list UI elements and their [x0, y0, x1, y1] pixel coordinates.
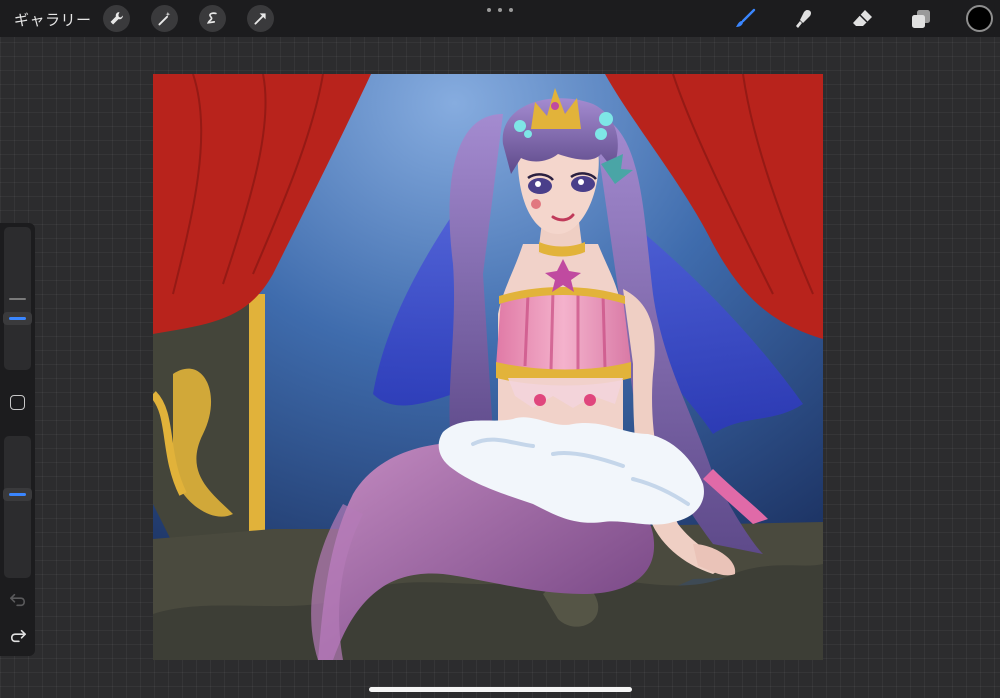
gallery-button[interactable]: ギャラリー	[14, 9, 92, 30]
left-sidebar	[0, 223, 35, 656]
home-indicator	[369, 687, 632, 692]
dot-icon	[498, 8, 502, 12]
dot-icon	[509, 8, 513, 12]
opacity-slider[interactable]	[4, 436, 31, 578]
slider-tick	[9, 298, 26, 300]
brush-size-thumb[interactable]	[3, 312, 32, 325]
magic-wand-icon	[158, 11, 171, 26]
selection-icon	[207, 12, 217, 24]
undo-button[interactable]	[7, 591, 28, 609]
top-toolbar: ギャラリー	[0, 0, 1000, 37]
canvas-artwork[interactable]	[153, 74, 823, 660]
adjustments-button[interactable]	[151, 5, 178, 32]
modify-button[interactable]	[10, 395, 25, 410]
brush-tool-button[interactable]	[731, 5, 759, 33]
transform-button[interactable]	[247, 5, 274, 32]
layers-icon	[912, 10, 930, 28]
brush-icon	[736, 8, 756, 27]
redo-icon	[10, 629, 26, 643]
brush-size-slider[interactable]	[4, 227, 31, 370]
layers-button[interactable]	[907, 5, 935, 33]
selection-button[interactable]	[199, 5, 226, 32]
color-picker-button[interactable]	[966, 5, 993, 32]
wrench-icon	[110, 12, 123, 25]
opacity-thumb[interactable]	[3, 488, 32, 501]
transform-arrow-icon	[254, 13, 266, 25]
mermaid-illustration	[153, 74, 823, 660]
smudge-icon	[796, 10, 811, 28]
redo-button[interactable]	[7, 627, 28, 645]
actions-wrench-button[interactable]	[103, 5, 130, 32]
more-options-button[interactable]	[487, 2, 513, 18]
dot-icon	[487, 8, 491, 12]
eraser-icon	[853, 10, 872, 26]
undo-icon	[9, 593, 25, 607]
eraser-tool-button[interactable]	[849, 5, 877, 33]
smudge-tool-button[interactable]	[790, 5, 818, 33]
